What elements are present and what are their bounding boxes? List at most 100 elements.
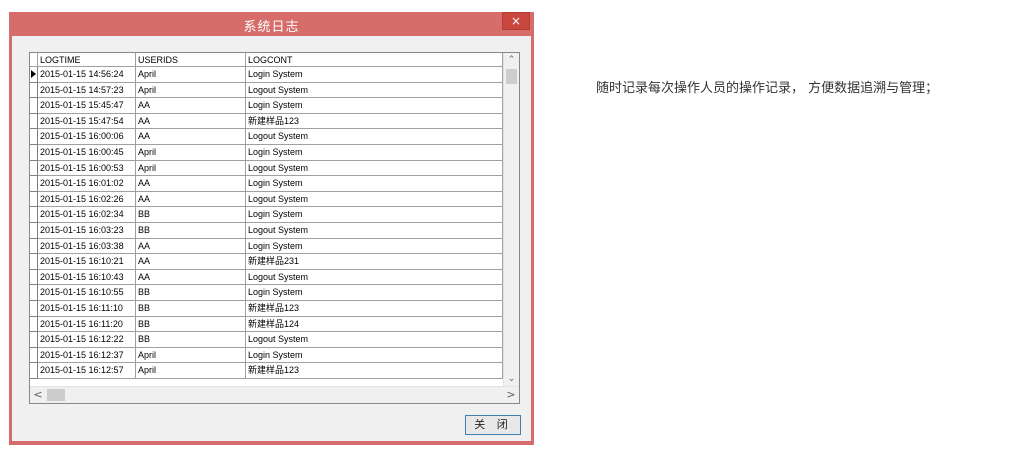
cell-userids[interactable]: BB [136,207,246,223]
cell-logcont[interactable]: Logout System [246,191,503,208]
table-row[interactable]: 2015-01-15 16:12:57 April 新建样品123 [30,363,503,379]
cell-userids[interactable]: AA [136,191,246,208]
cell-logcont[interactable]: Logout System [246,129,503,145]
cell-userids[interactable]: AA [136,254,246,270]
close-window-button[interactable]: × [502,12,530,30]
title-bar[interactable]: 系统日志 × [9,12,534,36]
row-header[interactable] [30,347,38,364]
vertical-scrollbar[interactable]: ⌃ ⌄ [503,53,519,387]
cell-logcont[interactable]: Login System [246,285,503,301]
cell-userids[interactable]: April [136,160,246,177]
cell-logcont[interactable]: Logout System [246,332,503,348]
cell-logtime[interactable]: 2015-01-15 16:10:43 [38,269,136,286]
table-row[interactable]: 2015-01-15 16:03:38 AA Login System [30,238,503,255]
row-header[interactable] [30,82,38,99]
cell-userids[interactable]: BB [136,300,246,317]
cell-logtime[interactable]: 2015-01-15 16:01:02 [38,176,136,192]
cell-logtime[interactable]: 2015-01-15 16:02:26 [38,191,136,208]
column-header-logcont[interactable]: LOGCONT [246,53,503,67]
table-row[interactable]: 2015-01-15 16:11:20 BB 新建样品124 [30,316,503,333]
cell-logtime[interactable]: 2015-01-15 16:10:55 [38,285,136,301]
row-header[interactable] [30,144,38,161]
scroll-right-icon[interactable]: > [503,387,519,403]
cell-userids[interactable]: April [136,82,246,99]
cell-logtime[interactable]: 2015-01-15 16:00:45 [38,144,136,161]
scroll-down-icon[interactable]: ⌄ [504,372,519,387]
cell-logcont[interactable]: Logout System [246,160,503,177]
row-header[interactable] [30,98,38,114]
cell-userids[interactable]: AA [136,113,246,130]
table-row[interactable]: 2015-01-15 16:00:45 April Login System [30,144,503,161]
cell-logtime[interactable]: 2015-01-15 15:47:54 [38,113,136,130]
table-row[interactable]: 2015-01-15 16:02:34 BB Login System [30,207,503,223]
cell-logtime[interactable]: 2015-01-15 16:12:22 [38,332,136,348]
table-row[interactable]: 2015-01-15 16:10:21 AA 新建样品231 [30,254,503,270]
cell-logtime[interactable]: 2015-01-15 16:11:20 [38,316,136,333]
table-row[interactable]: 2015-01-15 16:10:55 BB Login System [30,285,503,301]
row-header[interactable] [30,222,38,239]
row-header[interactable] [30,67,38,83]
row-header[interactable] [30,254,38,270]
cell-logtime[interactable]: 2015-01-15 16:00:06 [38,129,136,145]
cell-logcont[interactable]: Logout System [246,222,503,239]
cell-logtime[interactable]: 2015-01-15 16:12:37 [38,347,136,364]
vertical-scroll-thumb[interactable] [506,69,517,84]
cell-logcont[interactable]: Login System [246,347,503,364]
row-header[interactable] [30,316,38,333]
table-row[interactable]: 2015-01-15 16:12:37 April Login System [30,347,503,364]
cell-logcont[interactable]: Login System [246,238,503,255]
cell-logtime[interactable]: 2015-01-15 16:02:34 [38,207,136,223]
cell-userids[interactable]: BB [136,332,246,348]
cell-userids[interactable]: AA [136,129,246,145]
cell-logcont[interactable]: Login System [246,207,503,223]
cell-userids[interactable]: April [136,363,246,379]
cell-logcont[interactable]: 新建样品123 [246,113,503,130]
cell-logcont[interactable]: Logout System [246,82,503,99]
table-row[interactable]: 2015-01-15 16:01:02 AA Login System [30,176,503,192]
row-header[interactable] [30,332,38,348]
row-header[interactable] [30,191,38,208]
cell-userids[interactable]: April [136,67,246,83]
row-header[interactable] [30,113,38,130]
table-row[interactable]: 2015-01-15 16:00:06 AA Logout System [30,129,503,145]
row-header[interactable] [30,176,38,192]
row-header[interactable] [30,363,38,379]
table-row[interactable]: 2015-01-15 15:47:54 AA 新建样品123 [30,113,503,130]
table-row[interactable]: 2015-01-15 16:10:43 AA Logout System [30,269,503,286]
table-row[interactable]: 2015-01-15 16:03:23 BB Logout System [30,222,503,239]
close-button[interactable]: 关 闭 [465,415,521,435]
table-row[interactable]: 2015-01-15 15:45:47 AA Login System [30,98,503,114]
cell-logtime[interactable]: 2015-01-15 16:11:10 [38,300,136,317]
cell-logcont[interactable]: 新建样品124 [246,316,503,333]
column-header-userids[interactable]: USERIDS [136,53,246,67]
cell-logtime[interactable]: 2015-01-15 16:12:57 [38,363,136,379]
row-header[interactable] [30,129,38,145]
cell-userids[interactable]: April [136,347,246,364]
scroll-up-icon[interactable]: ⌃ [504,53,519,68]
table-row[interactable]: 2015-01-15 16:12:22 BB Logout System [30,332,503,348]
cell-userids[interactable]: AA [136,176,246,192]
row-header[interactable] [30,160,38,177]
cell-logtime[interactable]: 2015-01-15 15:45:47 [38,98,136,114]
table-row[interactable]: 2015-01-15 16:02:26 AA Logout System [30,191,503,208]
cell-logtime[interactable]: 2015-01-15 14:56:24 [38,67,136,83]
table-row[interactable]: 2015-01-15 16:00:53 April Logout System [30,160,503,177]
cell-logcont[interactable]: 新建样品231 [246,254,503,270]
cell-userids[interactable]: AA [136,238,246,255]
cell-userids[interactable]: BB [136,222,246,239]
row-header[interactable] [30,285,38,301]
row-header[interactable] [30,269,38,286]
cell-logcont[interactable]: Login System [246,67,503,83]
cell-logtime[interactable]: 2015-01-15 14:57:23 [38,82,136,99]
horizontal-scroll-thumb[interactable] [47,389,65,401]
scroll-left-icon[interactable]: < [30,387,46,403]
cell-userids[interactable]: BB [136,285,246,301]
cell-userids[interactable]: April [136,144,246,161]
row-header[interactable] [30,207,38,223]
table-row[interactable]: 2015-01-15 14:56:24 April Login System [30,67,503,83]
cell-logcont[interactable]: Login System [246,176,503,192]
cell-logtime[interactable]: 2015-01-15 16:10:21 [38,254,136,270]
cell-logtime[interactable]: 2015-01-15 16:00:53 [38,160,136,177]
cell-userids[interactable]: AA [136,98,246,114]
cell-logtime[interactable]: 2015-01-15 16:03:38 [38,238,136,255]
